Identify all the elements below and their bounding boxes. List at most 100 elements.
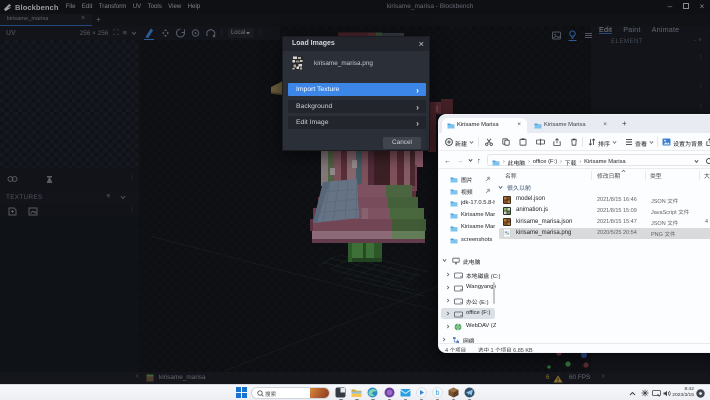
chevron-collapsed-icon[interactable] [446,324,450,329]
search-highlight-image[interactable] [310,388,329,398]
chevron-collapsed-icon[interactable] [446,311,450,316]
more-toolbar-icon[interactable] [706,138,710,146]
set-background-label[interactable]: 设置为背景 [673,139,703,148]
nav-history-icon[interactable] [468,158,473,163]
dialog-close-icon[interactable]: × [418,39,424,50]
group-collapse-icon[interactable] [498,185,503,190]
sidebar-item-drive-c[interactable]: 本地磁盘 (C:) [441,269,500,280]
sidebar-item-webdav[interactable]: WebDAV (Z:) [441,321,496,332]
edit-image-button[interactable]: Edit Image › [288,115,426,129]
column-type[interactable]: 类型 [650,171,662,180]
search-icon [257,390,264,397]
file-row-model-json[interactable]: model.json 2021/8/15 16:46 JSON 文件 [499,194,710,205]
sidebar-scrollbar[interactable] [493,282,495,304]
folder-icon [492,160,500,165]
paste-icon[interactable] [519,138,527,146]
crumb-separator: › [579,159,582,165]
cancel-button[interactable]: Cancel [383,137,421,149]
tab-close-icon[interactable]: × [517,121,521,128]
explorer-tab-active[interactable]: Kirisame Marisa × [442,118,527,133]
sidebar-item-pictures[interactable]: 图片 [441,173,495,184]
ime-icon[interactable] [641,389,649,397]
sort-icon[interactable] [588,138,596,146]
crumb-separator: › [503,159,505,165]
chevron-expanded-icon[interactable] [442,258,447,263]
sidebar-item-kirisame-1[interactable]: Kirisame Mari [441,210,495,221]
file-row-animation-js[interactable]: animation.js 2021/8/15 15:09 JavaScript … [499,205,710,216]
new-item-label[interactable]: 新建 [455,139,467,148]
rename-icon[interactable] [536,138,545,146]
column-size[interactable]: 大小 [704,171,710,180]
taskbar-edge-icon[interactable] [367,387,378,398]
delete-icon[interactable] [570,138,578,146]
taskbar-purple-app-icon[interactable] [384,387,395,398]
sidebar-item-this-pc[interactable]: 此电脑 [441,255,495,266]
sidebar-label: 视频 [461,187,473,197]
crumb-downloads[interactable]: 下载 [565,158,577,167]
view-icon[interactable] [625,138,633,146]
column-date[interactable]: 修改日期 [597,171,620,180]
sidebar-item-drive-e[interactable]: 办公 (E:) [441,295,495,306]
file-row-kirisame-png[interactable]: kirisame_marisa.png 2020/5/25 20:54 PNG … [499,227,710,240]
explorer-tab-inactive[interactable]: Kirisame Marisa × [529,118,613,133]
sidebar-label: 此电脑 [463,257,481,266]
refresh-icon[interactable] [705,157,710,165]
dialog-file-name: kirisame_marisa.png [314,60,373,67]
start-button-icon[interactable] [236,387,247,398]
clock-date: 2023/3/15 [672,392,694,398]
sidebar-label: office (F:) [466,310,491,316]
tray-expand-icon[interactable] [629,391,636,396]
chevron-collapsed-icon[interactable] [442,337,446,342]
background-label: Background [296,102,333,110]
taskbar-app-dark-icon[interactable] [335,387,346,398]
display-tray-icon[interactable] [652,389,661,397]
chevron-collapsed-icon[interactable] [446,272,450,277]
notification-icon[interactable] [696,388,705,398]
chevron-collapsed-icon[interactable] [446,285,450,290]
taskbar-bilibili-icon[interactable]: b [431,387,443,398]
taskbar-explorer-icon[interactable] [351,387,362,398]
background-button[interactable]: Background › [288,99,426,113]
column-name[interactable]: 名称 [505,171,517,180]
taskbar-telegram-icon[interactable] [464,387,475,398]
sidebar-item-drive-d[interactable]: Wangyang (D:) [441,282,496,293]
png-file-icon [503,229,511,238]
taskbar-blockbench-icon[interactable] [448,387,459,398]
crumb-this-pc[interactable]: 此电脑 [508,158,525,167]
taskbar-media-player-icon[interactable] [415,387,427,398]
taskbar-mail-icon[interactable] [399,387,411,398]
webdav-icon [454,323,462,331]
taskbar-search[interactable]: 搜索 [251,387,330,399]
new-explorer-tab-button[interactable]: + [622,119,627,128]
taskbar-clock[interactable]: 8:42 2023/3/15 [668,387,694,399]
file-list: 名称 修改日期 类型 大小 很久以前 model.json 2021/8/15 … [497,169,710,343]
address-dropdown-icon[interactable] [694,159,699,164]
crumb-folder[interactable]: Kirisame Marisa [584,159,626,165]
cut-icon[interactable] [485,138,493,146]
breadcrumb-bar[interactable]: › 此电脑 › office (F:) › 下载 › Kirisame Mari… [487,154,710,167]
dialog-titlebar[interactable]: Load Images × [283,37,429,51]
explorer-tab-label: Kirisame Marisa [544,122,586,128]
nav-up-icon[interactable]: ↑ [477,156,481,165]
explorer-window: Kirisame Marisa × Kirisame Marisa × + 新建 [438,114,710,353]
sidebar-item-drive-f[interactable]: office (F:) [441,308,495,319]
share-icon[interactable] [553,138,561,146]
crumb-drive[interactable]: office (F:) [533,159,557,165]
sort-label[interactable]: 排序 [598,139,610,148]
json-file-icon [503,195,511,204]
file-row-kirisame-json[interactable]: kirisame_marisa.json 2021/8/15 15:47 JSO… [499,217,710,228]
chevron-collapsed-icon[interactable] [446,298,450,303]
copy-icon[interactable] [502,138,510,146]
tab-close-icon[interactable]: × [603,121,607,128]
sidebar-item-videos[interactable]: 视频 [441,185,495,196]
view-label[interactable]: 查看 [635,139,647,148]
set-background-icon[interactable] [662,138,671,146]
new-item-icon[interactable] [445,138,453,146]
nav-back-icon[interactable]: ← [444,156,452,165]
sidebar-item-kirisame-2[interactable]: Kirisame Mari [441,222,495,233]
nav-forward-icon[interactable]: → [456,156,464,165]
import-texture-button[interactable]: Import Texture › [288,83,426,96]
sidebar-item-jdk[interactable]: jdk-17.0.5.8-h [441,198,495,209]
sidebar-item-screenshots[interactable]: screenshots [441,235,495,246]
folder-icon [450,189,458,195]
